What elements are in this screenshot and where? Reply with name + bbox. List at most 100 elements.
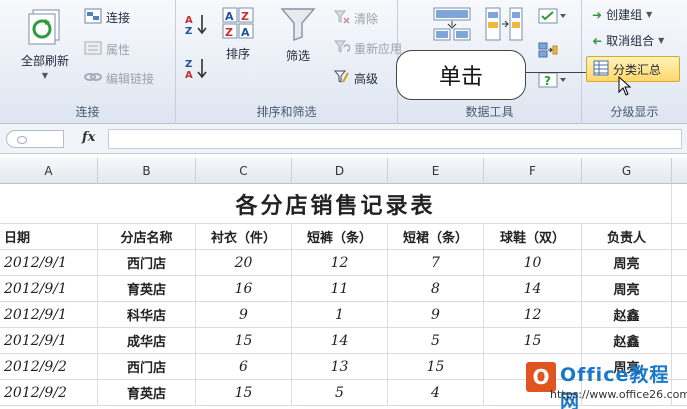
header-cell[interactable]: 衬衣（件） xyxy=(196,224,292,249)
group-label-outline: 分级显示 xyxy=(610,105,659,119)
table-cell[interactable]: 周亮 xyxy=(582,250,672,275)
advanced-filter-button[interactable]: 高级 xyxy=(333,70,378,87)
title-row: 各分店销售记录表 xyxy=(0,184,687,224)
ungroup-button[interactable]: ➜ 取消组合 ▼ xyxy=(592,32,664,49)
filter-button[interactable]: 筛选 xyxy=(278,6,318,64)
group-button[interactable]: ➜ 创建组 ▼ xyxy=(592,6,652,23)
table-cell[interactable]: 15 xyxy=(196,380,292,405)
group-connections: 全部刷新 ▼ 连接 属性 编辑链接 连接 xyxy=(0,0,176,124)
column-header-d[interactable]: D xyxy=(292,158,388,184)
group-label: 创建组 xyxy=(606,8,643,22)
table-cell[interactable]: 赵鑫 xyxy=(582,328,672,353)
column-header-c[interactable]: C xyxy=(196,158,292,184)
svg-text:Z: Z xyxy=(241,10,249,23)
table-cell[interactable]: 1 xyxy=(292,302,388,327)
table-cell[interactable]: 育英店 xyxy=(98,276,196,301)
data-validation-icon xyxy=(538,8,566,27)
chevron-down-icon: ▼ xyxy=(658,36,665,45)
table-cell[interactable]: 16 xyxy=(196,276,292,301)
header-cell[interactable]: 短裤（条） xyxy=(292,224,388,249)
table-cell[interactable]: 4 xyxy=(388,380,484,405)
table-cell[interactable]: 周亮 xyxy=(582,276,672,301)
table-cell[interactable]: 2012/9/1 xyxy=(0,302,98,327)
table-cell[interactable]: 成华店 xyxy=(98,328,196,353)
table-cell[interactable]: 7 xyxy=(388,250,484,275)
header-cell[interactable]: 日期 xyxy=(0,224,98,249)
table-cell[interactable]: 2012/9/1 xyxy=(0,328,98,353)
filter-funnel-icon xyxy=(280,6,316,45)
watermark-name: Office教程网 xyxy=(560,364,670,409)
column-header-f[interactable]: F xyxy=(484,158,582,184)
table-cell[interactable]: 2012/9/2 xyxy=(0,380,98,405)
sheet-title[interactable]: 各分店销售记录表 xyxy=(0,184,672,223)
svg-text:A: A xyxy=(185,70,193,80)
table-cell[interactable]: 11 xyxy=(292,276,388,301)
subtotal-button[interactable]: 分类汇总 xyxy=(586,56,680,82)
sort-za-icon: ZA xyxy=(184,56,210,83)
sort-descending-button[interactable]: ZA xyxy=(184,56,210,83)
text-to-columns-button[interactable] xyxy=(432,6,472,45)
refresh-all-icon xyxy=(25,6,65,50)
ribbon: 全部刷新 ▼ 连接 属性 编辑链接 连接 AZ Z A A Z Z A 排序 筛… xyxy=(0,0,687,124)
table-cell[interactable]: 15 xyxy=(484,328,582,353)
callout-pointer-line xyxy=(526,72,586,73)
svg-text:A: A xyxy=(241,26,250,39)
table-cell[interactable]: 15 xyxy=(388,354,484,379)
group-label-data-tools: 数据工具 xyxy=(465,105,514,119)
reapply-icon xyxy=(333,40,351,57)
header-cell[interactable]: 负责人 xyxy=(582,224,672,249)
mouse-cursor-icon xyxy=(618,75,632,99)
remove-duplicates-icon xyxy=(484,6,524,45)
link-icon xyxy=(84,71,102,86)
header-cell[interactable]: 短裙（条） xyxy=(388,224,484,249)
table-cell[interactable]: 2012/9/1 xyxy=(0,276,98,301)
fx-icon[interactable]: fx xyxy=(82,130,95,145)
formula-input[interactable] xyxy=(108,129,682,149)
name-box[interactable] xyxy=(6,130,64,148)
sort-button[interactable]: AZZA 排序 xyxy=(218,6,258,62)
table-cell[interactable]: 西门店 xyxy=(98,354,196,379)
reapply-button[interactable]: 重新应用 xyxy=(333,40,402,57)
table-cell[interactable]: 20 xyxy=(196,250,292,275)
refresh-all-button[interactable]: 全部刷新 ▼ xyxy=(12,6,78,80)
svg-text:A: A xyxy=(185,15,193,26)
table-cell[interactable]: 西门店 xyxy=(98,250,196,275)
table-cell[interactable]: 5 xyxy=(292,380,388,405)
header-cell[interactable]: 球鞋（双） xyxy=(484,224,582,249)
table-cell[interactable]: 2012/9/1 xyxy=(0,250,98,275)
table-cell[interactable]: 10 xyxy=(484,250,582,275)
table-cell[interactable]: 赵鑫 xyxy=(582,302,672,327)
column-header-a[interactable]: A xyxy=(0,158,98,184)
table-cell[interactable]: 8 xyxy=(388,276,484,301)
data-validation-button[interactable] xyxy=(538,8,566,27)
table-cell[interactable]: 15 xyxy=(196,328,292,353)
table-cell[interactable]: 5 xyxy=(388,328,484,353)
text-to-columns-icon xyxy=(432,6,472,45)
properties-button[interactable]: 属性 xyxy=(84,40,130,59)
edit-links-button[interactable]: 编辑链接 xyxy=(84,70,154,87)
consolidate-button[interactable] xyxy=(538,42,558,61)
table-cell[interactable]: 育英店 xyxy=(98,380,196,405)
column-header-e[interactable]: E xyxy=(388,158,484,184)
header-cell[interactable]: 分店名称 xyxy=(98,224,196,249)
table-cell[interactable]: 14 xyxy=(292,328,388,353)
table-cell[interactable]: 13 xyxy=(292,354,388,379)
sort-ascending-button[interactable]: AZ xyxy=(184,12,210,39)
what-if-analysis-button[interactable]: ? xyxy=(538,72,566,91)
table-cell[interactable]: 6 xyxy=(196,354,292,379)
remove-duplicates-button[interactable] xyxy=(484,6,524,45)
sort-dialog-icon: AZZA xyxy=(221,6,255,43)
table-cell[interactable]: 12 xyxy=(484,302,582,327)
table-cell[interactable]: 9 xyxy=(196,302,292,327)
clear-button[interactable]: 清除 xyxy=(333,10,378,27)
column-header-g[interactable]: G xyxy=(582,158,672,184)
consolidate-icon xyxy=(538,42,558,61)
table-cell[interactable]: 12 xyxy=(292,250,388,275)
table-cell[interactable]: 2012/9/2 xyxy=(0,354,98,379)
column-header-b[interactable]: B xyxy=(98,158,196,184)
table-cell[interactable]: 14 xyxy=(484,276,582,301)
connections-button[interactable]: 连接 xyxy=(84,8,130,27)
table-cell[interactable]: 9 xyxy=(388,302,484,327)
table-row: 2012/9/1 成华店 15 14 5 15 赵鑫 xyxy=(0,328,687,354)
table-cell[interactable]: 科华店 xyxy=(98,302,196,327)
